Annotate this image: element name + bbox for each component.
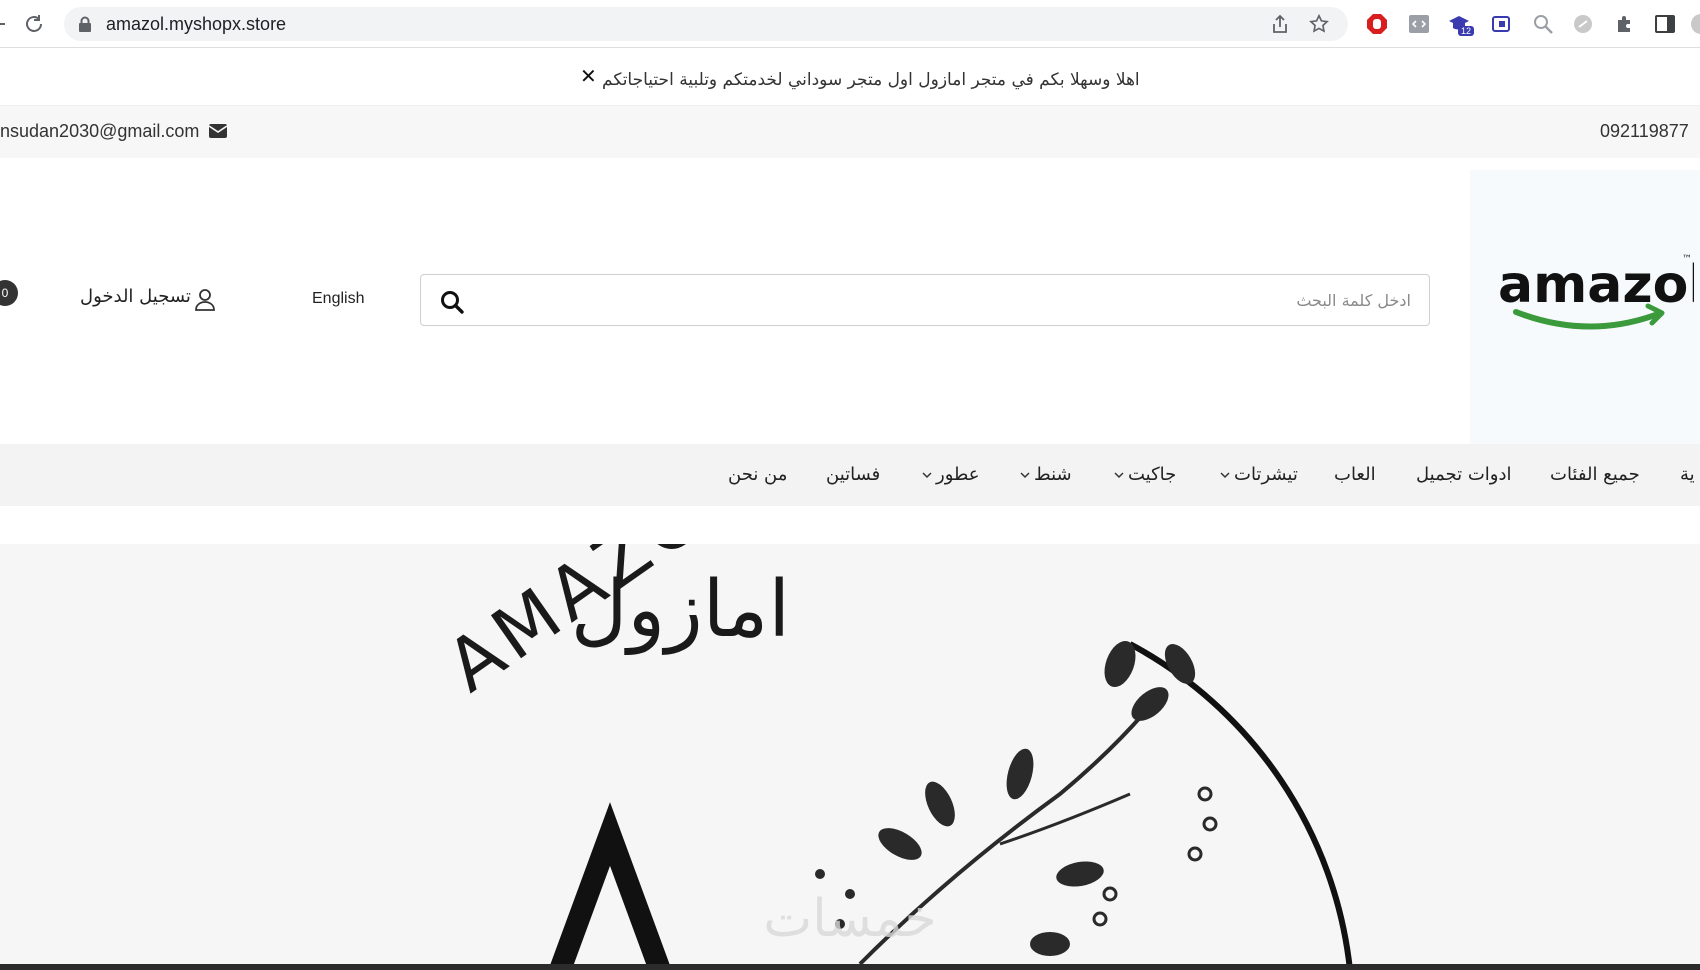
cart-count-badge[interactable]: 0 xyxy=(0,280,18,306)
search-icon[interactable] xyxy=(439,289,465,315)
store-logo[interactable]: amazol ™ xyxy=(1470,170,1700,444)
amazol-logo: amazol ™ xyxy=(1498,254,1694,330)
search-bar xyxy=(420,274,1430,326)
chevron-down-icon xyxy=(1114,472,1124,479)
nav-item-label: تيشرتات xyxy=(1234,464,1298,485)
nav-item-tshirts[interactable]: تيشرتات xyxy=(1220,464,1298,485)
bookmark-star-icon[interactable] xyxy=(1308,13,1330,35)
nav-item-label: شنط xyxy=(1034,464,1072,485)
adblock-extension-icon[interactable] xyxy=(1366,13,1388,35)
nav-item-about-us[interactable]: من نحن xyxy=(728,464,787,485)
chevron-down-icon xyxy=(1220,472,1230,479)
envelope-icon xyxy=(208,124,228,138)
inspect-extension-icon[interactable] xyxy=(1532,13,1554,35)
tag-extension-icon[interactable] xyxy=(1490,13,1512,35)
logo-trademark: ™ xyxy=(1682,254,1692,265)
announcement-bar: ✕ اهلا وسهلا بكم في متجر امازول اول متجر… xyxy=(0,48,1700,106)
contact-bar: nsudan2030@gmail.com 092119877 xyxy=(0,106,1700,158)
taskbar-strip xyxy=(0,964,1700,970)
login-link[interactable]: تسجيل الدخول xyxy=(80,286,191,307)
logo-wordmark: amazol xyxy=(1498,255,1694,315)
main-navigation: ية جميع الفئات ادوات تجميل العاب تيشرتات… xyxy=(0,444,1700,506)
hero-monogram-a xyxy=(549,802,671,970)
nav-item-perfumes[interactable]: عطور xyxy=(922,464,980,485)
user-icon[interactable] xyxy=(194,288,216,312)
extension-count-badge: 12 xyxy=(1458,26,1475,36)
browser-toolbar: amazol.myshopx.store 12 xyxy=(0,0,1700,48)
reload-icon[interactable] xyxy=(22,12,46,36)
search-input[interactable] xyxy=(491,283,1411,317)
nav-item-bags[interactable]: شنط xyxy=(1020,464,1072,485)
url-text: amazol.myshopx.store xyxy=(106,14,287,34)
nav-item-beauty-tools[interactable]: ادوات تجميل xyxy=(1416,464,1511,485)
announcement-text: اهلا وسهلا بكم في متجر امازول اول متجر س… xyxy=(602,70,1140,90)
nav-item-home[interactable]: ية xyxy=(1680,464,1695,485)
site-header: 0 تسجيل الدخول English amazol ™ xyxy=(0,158,1700,444)
side-panel-icon[interactable] xyxy=(1654,13,1676,35)
nav-item-dresses[interactable]: فساتين xyxy=(826,464,880,485)
nav-item-label: عطور xyxy=(936,464,980,485)
contact-phone[interactable]: 092119877 xyxy=(1600,121,1689,142)
nav-item-label: جاكيت xyxy=(1128,464,1177,485)
nav-item-all-categories[interactable]: جميع الفئات xyxy=(1550,464,1640,485)
close-announcement-button[interactable]: ✕ xyxy=(580,66,597,86)
chevron-down-icon xyxy=(922,472,932,479)
nav-item-toys[interactable]: العاب xyxy=(1334,464,1376,485)
lock-icon xyxy=(79,16,91,32)
language-switch[interactable]: English xyxy=(312,290,364,308)
chevron-down-icon xyxy=(1020,472,1030,479)
hero-brand-illustration: امازول AMAZOL خمسات xyxy=(432,544,1353,970)
puzzle-extensions-icon[interactable] xyxy=(1614,13,1636,35)
share-icon[interactable] xyxy=(1270,14,1290,34)
address-bar[interactable]: amazol.myshopx.store xyxy=(64,7,1348,41)
hero-watermark: خمسات xyxy=(763,889,936,949)
profile-avatar-icon[interactable] xyxy=(1690,13,1700,35)
link-extension-icon[interactable] xyxy=(1572,13,1594,35)
hero-banner[interactable]: امازول AMAZOL خمسات xyxy=(0,544,1700,970)
code-extension-icon[interactable] xyxy=(1408,13,1430,35)
contact-email[interactable]: nsudan2030@gmail.com xyxy=(0,121,199,142)
back-arrow-icon[interactable] xyxy=(0,14,6,34)
nav-item-jackets[interactable]: جاكيت xyxy=(1114,464,1176,485)
